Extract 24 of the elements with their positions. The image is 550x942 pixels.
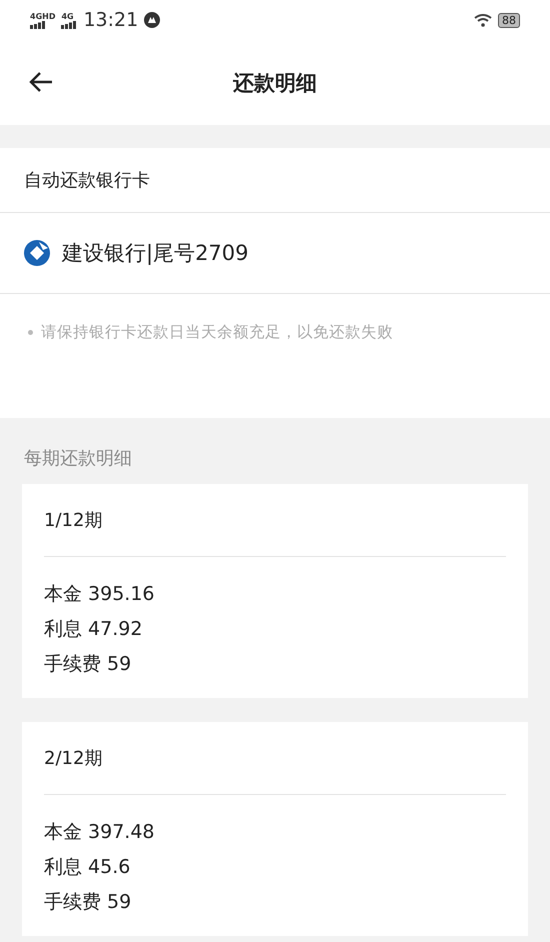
clock-time: 13:21	[83, 9, 138, 31]
signal-icon	[30, 20, 46, 28]
signal-icon	[61, 20, 78, 28]
wifi-icon	[474, 14, 492, 26]
amount-line: 利息 47.92	[44, 617, 144, 642]
period-title: 2/12期	[44, 747, 102, 770]
amount-line: 本金 395.16	[44, 582, 156, 607]
section-heading: 每期还款明细	[23, 447, 133, 471]
amount-line: 利息 45.6	[44, 855, 132, 880]
tip-text: 请保持银行卡还款日当天余额充足，以免还款失败	[41, 322, 393, 343]
amount-line: 本金 397.48	[44, 820, 156, 845]
amount-line: 手续费 59	[44, 890, 132, 915]
amount-line: 手续费 59	[44, 652, 132, 677]
bank-card[interactable]: 建设银行|尾号2709	[62, 239, 249, 267]
page-title: 还款明细	[233, 70, 317, 96]
period-title: 1/12期	[44, 509, 102, 532]
network-label: 4G	[61, 12, 74, 20]
section-label: 自动还款银行卡	[24, 169, 150, 192]
network-label: 4GHD	[30, 12, 56, 20]
battery-level: 88	[498, 12, 520, 28]
bullet-icon	[28, 330, 33, 335]
bank-logo-icon	[24, 240, 50, 266]
back-button[interactable]	[28, 70, 54, 94]
notification-icon	[144, 12, 160, 28]
